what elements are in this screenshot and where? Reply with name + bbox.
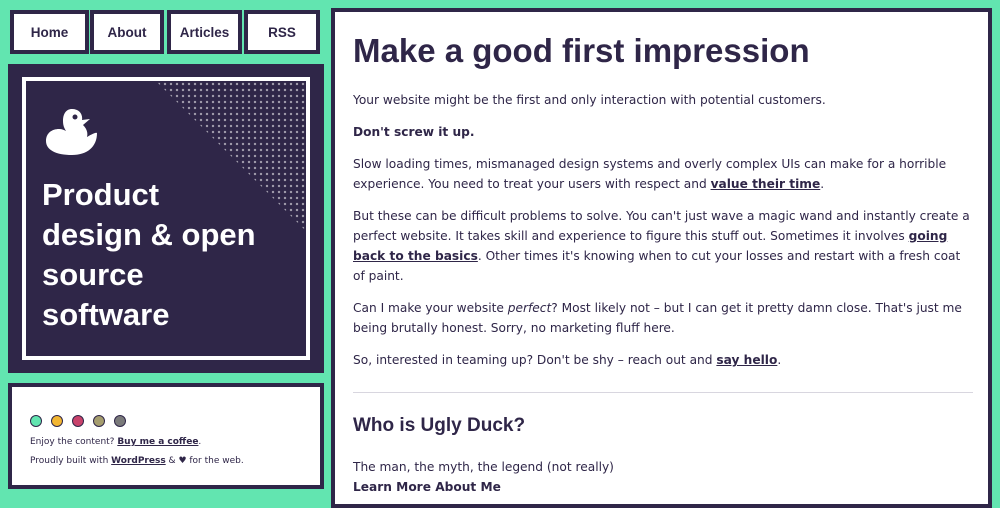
built-text: Proudly built with: [30, 456, 112, 466]
enjoy-end: .: [198, 437, 202, 447]
warning-text: Don't screw it up.: [353, 125, 475, 139]
hero-card: Product design & open source software: [8, 64, 324, 373]
value-their-time-link[interactable]: value their time: [711, 177, 821, 191]
learn-more-link[interactable]: Learn More About Me: [353, 477, 973, 497]
hero-frame: Product design & open source software: [22, 77, 310, 360]
loading-paragraph: Slow loading times, mismanaged design sy…: [353, 154, 973, 194]
built-line: Proudly built with WordPress & ♥ for the…: [30, 456, 244, 466]
contact-paragraph: So, interested in teaming up? Don't be s…: [353, 350, 973, 370]
color-dot-olive[interactable]: [93, 415, 105, 427]
color-dot-gray[interactable]: [114, 415, 126, 427]
buy-coffee-link[interactable]: Buy me a coffee: [117, 437, 198, 447]
page-title: Make a good first impression: [353, 32, 810, 69]
perfect-emphasis: perfect: [507, 301, 552, 315]
enjoy-text: Enjoy the content?: [30, 437, 118, 447]
say-hello-link[interactable]: say hello: [716, 353, 777, 367]
nav-home[interactable]: Home: [10, 10, 89, 54]
contact-text: So, interested in teaming up? Don't be s…: [353, 353, 717, 367]
who-heading: Who is Ugly Duck?: [353, 415, 526, 436]
heart-icon: ♥: [178, 456, 187, 466]
color-dot-yellow[interactable]: [51, 415, 63, 427]
perfect-paragraph: Can I make your website perfect? Most li…: [353, 298, 973, 338]
main-content: Make a good first impression Your websit…: [331, 8, 992, 508]
color-dot-green[interactable]: [30, 415, 42, 427]
enjoy-line: Enjoy the content? Buy me a coffee.: [30, 437, 201, 447]
loading-text: Slow loading times, mismanaged design sy…: [353, 157, 947, 191]
problems-paragraph: But these can be difficult problems to s…: [353, 206, 973, 286]
who-text: The man, the myth, the legend (not reall…: [353, 460, 614, 474]
section-divider: [353, 392, 973, 393]
nav-rss[interactable]: RSS: [244, 10, 320, 54]
built-amp: &: [165, 456, 179, 466]
problems-text: But these can be difficult problems to s…: [353, 209, 970, 243]
built-end: for the web.: [186, 456, 244, 466]
loading-end: .: [820, 177, 825, 191]
contact-end: .: [777, 353, 782, 367]
nav-about[interactable]: About: [90, 10, 164, 54]
hero-title: Product design & open source software: [42, 177, 256, 332]
color-dot-red[interactable]: [72, 415, 84, 427]
warning-paragraph: Don't screw it up.: [353, 122, 973, 142]
wordpress-link[interactable]: WordPress: [111, 456, 166, 466]
intro-paragraph: Your website might be the first and only…: [353, 93, 826, 107]
footer-card: Enjoy the content? Buy me a coffee. Prou…: [8, 383, 324, 489]
perfect-text: Can I make your website: [353, 301, 508, 315]
duck-icon: [46, 109, 97, 155]
nav-articles[interactable]: Articles: [167, 10, 242, 54]
